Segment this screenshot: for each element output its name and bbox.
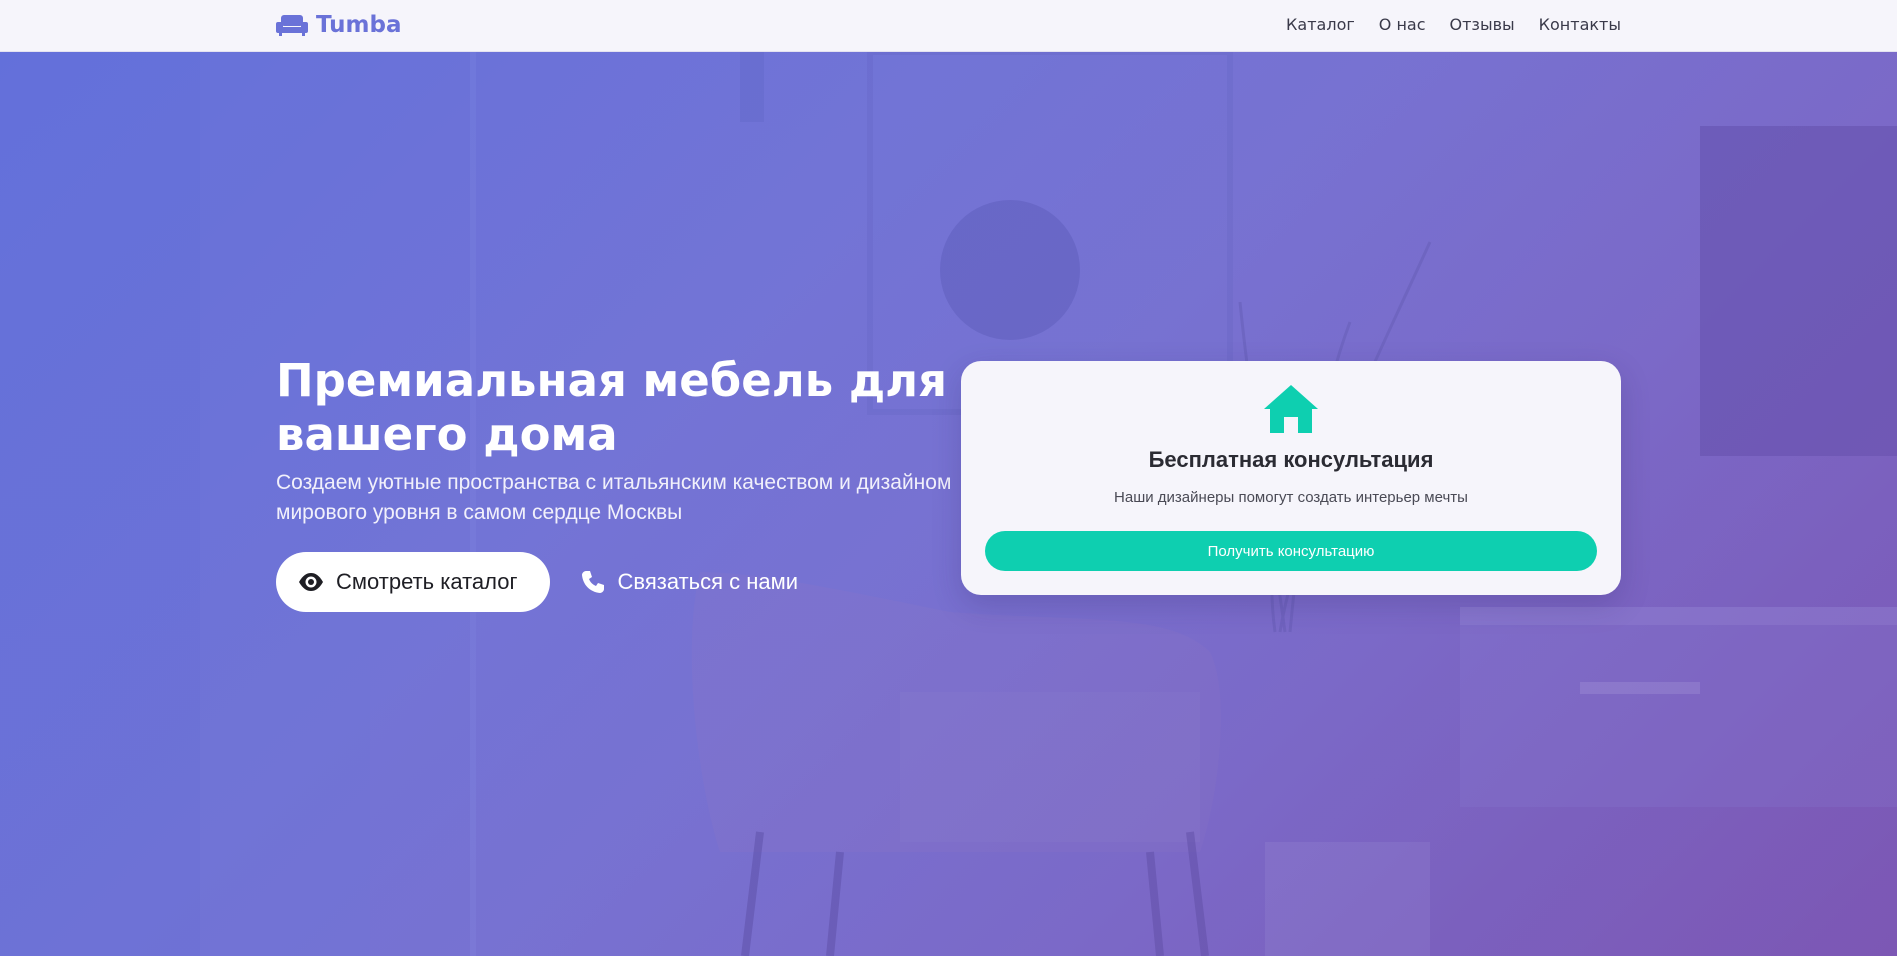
contact-us-label: Связаться с нами bbox=[617, 569, 799, 594]
view-catalog-button[interactable]: Смотреть каталог bbox=[276, 552, 550, 612]
nav-item-catalog[interactable]: Каталог bbox=[1286, 15, 1355, 34]
eye-icon bbox=[299, 573, 323, 591]
nav-item-reviews[interactable]: Отзывы bbox=[1450, 15, 1515, 34]
top-navbar: Tumba Каталог О нас Отзывы Контакты bbox=[0, 0, 1897, 52]
home-icon bbox=[1264, 385, 1318, 433]
hero-subtitle: Создаем уютные пространства с итальянски… bbox=[276, 471, 952, 524]
hero-content: Премиальная мебель для вашего дома Созда… bbox=[276, 354, 956, 612]
contact-us-button[interactable]: Связаться с нами bbox=[580, 569, 799, 595]
consultation-title: Бесплатная консультация bbox=[1148, 447, 1434, 472]
sofa-icon bbox=[276, 15, 308, 36]
main-nav: Каталог О нас Отзывы Контакты bbox=[1286, 15, 1621, 34]
brand-logo[interactable]: Tumba bbox=[276, 12, 402, 38]
get-consultation-button[interactable]: Получить консультацию bbox=[985, 531, 1597, 571]
nav-item-contacts[interactable]: Контакты bbox=[1539, 15, 1621, 34]
consultation-description: Наши дизайнеры помогут создать интерьер … bbox=[1114, 489, 1468, 506]
brand-name: Tumba bbox=[316, 12, 402, 38]
hero-title: Премиальная мебель для вашего дома bbox=[276, 354, 948, 461]
phone-icon bbox=[581, 571, 604, 593]
nav-item-about[interactable]: О нас bbox=[1379, 15, 1426, 34]
consultation-card: Бесплатная консультация Наши дизайнеры п… bbox=[961, 361, 1621, 595]
view-catalog-label: Смотреть каталог bbox=[336, 569, 518, 594]
hero-actions: Смотреть каталог Связаться с нами bbox=[276, 552, 956, 612]
